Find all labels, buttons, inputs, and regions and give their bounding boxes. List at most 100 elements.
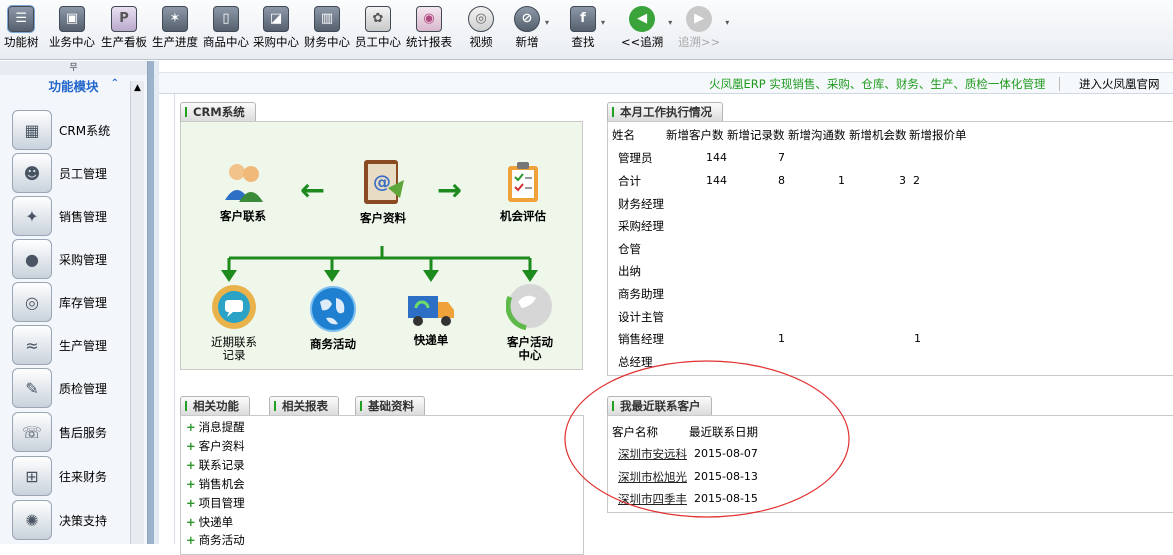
node-business-activity[interactable]: 商务活动 (293, 286, 373, 351)
toolbar-video-button[interactable]: ◎ 视频 (468, 6, 494, 50)
purchase-center-icon: ◪ (263, 6, 289, 32)
toolbar-finance-center-button[interactable]: ▥ 财务中心 (304, 6, 350, 50)
toolbar-production-board-button[interactable]: P 生产看板 (101, 6, 147, 50)
tab-related-functions[interactable]: 相关功能 (180, 396, 250, 415)
header-separator (1059, 77, 1060, 91)
search-dropdown-icon[interactable]: ▾ (601, 18, 605, 27)
toolbar-add-new-button[interactable]: ⊘ 新增 ▾ (514, 6, 549, 50)
node-recent-contacts[interactable]: 近期联系 记录 (194, 284, 274, 362)
column-header: 姓名 (612, 128, 635, 142)
main-toolbar: ☰ 功能树 ▣ 业务中心 P 生产看板 ✶ 生产进度 ▯ 商品中心 ◪ 采购中心 ▥ 财务中心… (0, 0, 1173, 60)
add-new-dropdown-icon[interactable]: ▾ (545, 18, 549, 27)
statistics-report-icon: ◉ (416, 6, 442, 32)
sidebar-item-inventory[interactable]: ◎ 库存管理 (12, 281, 130, 323)
toolbar-employee-center-button[interactable]: ✿ 员工中心 (355, 6, 401, 50)
annotation-ellipse (564, 360, 850, 518)
column-header: 新增报价单 (909, 128, 967, 142)
sidebar-item-sales[interactable]: ✦ 销售管理 (12, 195, 130, 237)
node-customer-contact[interactable]: 客户联系 (203, 160, 283, 223)
sidebar-item-employee[interactable]: ☻ 员工管理 (12, 152, 130, 194)
toolbar-business-center-button[interactable]: ▣ 业务中心 (49, 6, 95, 50)
finance-center-icon: ▥ (314, 6, 340, 32)
list-item[interactable]: + 客户资料 (186, 438, 245, 454)
after-sales-icon: ☏ (12, 412, 52, 452)
sidebar-item-decision[interactable]: ✺ 决策支持 (12, 499, 130, 541)
tab-related-reports[interactable]: 相关报表 (269, 396, 339, 415)
globe-icon (310, 286, 356, 332)
official-site-link[interactable]: 进入火凤凰官网 (1079, 76, 1160, 92)
toolbar-back-button[interactable]: ◀ <<追溯 ▾ (621, 6, 672, 50)
back-dropdown-icon[interactable]: ▾ (668, 18, 672, 27)
cell: 144 (706, 151, 727, 164)
crm-icon: ▦ (12, 110, 52, 150)
sidebar-title: 功能模块 ⌃ (0, 75, 147, 95)
svg-text:@: @ (373, 172, 391, 193)
node-courier[interactable]: 快递单 (391, 290, 471, 347)
plus-icon: + (186, 420, 196, 434)
monthly-work-panel: 姓名 新增客户数 新增记录数 新增沟通数 新增机会数 新增报价单 管理员 144… (607, 121, 1173, 376)
back-arrow-icon: ◀ (629, 6, 656, 32)
sidebar-item-purchase[interactable]: ● 采购管理 (12, 238, 130, 280)
plus-icon: + (186, 458, 196, 472)
search-icon: f (570, 6, 596, 32)
toolbar-search-button[interactable]: f 查找 ▾ (570, 6, 605, 50)
divider (174, 94, 175, 544)
accounts-icon: ⊞ (12, 456, 52, 496)
list-item[interactable]: + 项目管理 (186, 495, 245, 511)
cell: 1 (914, 332, 921, 345)
sidebar-scrollbar[interactable]: ▲ (130, 81, 144, 544)
tab-basic-data[interactable]: 基础资料 (355, 396, 425, 415)
node-customer-activity-center[interactable]: 客户活动 中心 (490, 281, 570, 362)
add-new-icon: ⊘ (514, 6, 540, 32)
flow-connector-lines (221, 246, 538, 282)
production-progress-icon: ✶ (162, 6, 188, 32)
list-item[interactable]: + 联系记录 (186, 457, 245, 473)
node-opportunity-eval[interactable]: 机会评估 (483, 160, 563, 223)
toolbar-forward-button[interactable]: ▶ 追溯>> ▾ (678, 6, 729, 50)
list-item[interactable]: + 商务活动 (186, 532, 245, 548)
tab-monthly-work[interactable]: 本月工作执行情况 (607, 102, 723, 121)
product-center-icon: ▯ (213, 6, 239, 32)
node-customer-profile[interactable]: @ 客户资料 (343, 158, 423, 225)
toolbar-function-tree-button[interactable]: ☰ 功能树 (4, 5, 39, 50)
right-arrow-icon: → (437, 173, 463, 208)
forward-dropdown-icon[interactable]: ▾ (725, 18, 729, 27)
production-board-icon: P (111, 6, 137, 32)
list-item[interactable]: + 消息提醒 (186, 419, 245, 435)
quality-management-icon: ✎ (12, 368, 52, 408)
toolbar-production-progress-button[interactable]: ✶ 生产进度 (152, 6, 198, 50)
sidebar-item-accounts[interactable]: ⊞ 往来财务 (12, 455, 130, 497)
video-icon: ◎ (468, 6, 494, 32)
employee-center-icon: ✿ (365, 6, 391, 32)
header-slogan: 火凤凰ERP 实现销售、采购、仓库、财务、生产、质检一体化管理 (709, 77, 1046, 91)
row-name: 财务经理 (618, 197, 664, 211)
column-header: 新增客户数 (666, 128, 724, 142)
cell: 144 (706, 174, 727, 187)
list-item[interactable]: + 销售机会 (186, 476, 245, 492)
sidebar-item-production[interactable]: ≈ 生产管理 (12, 324, 130, 366)
cell: 2 (913, 174, 920, 187)
collapse-chevron-icon[interactable]: ⌃ (111, 78, 119, 89)
business-center-icon: ▣ (59, 6, 85, 32)
sidebar-item-after-sales[interactable]: ☏ 售后服务 (12, 411, 130, 453)
scroll-up-icon[interactable]: ▲ (131, 81, 144, 95)
toolbar-statistics-report-button[interactable]: ◉ 统计报表 (406, 6, 452, 50)
sales-management-icon: ✦ (12, 196, 52, 236)
related-functions-panel: + 消息提醒 + 客户资料 + 联系记录 + 销售机会 + 项目管理 + 快递单 + 商务活动 (180, 415, 584, 555)
plus-icon: + (186, 515, 196, 529)
cell: 8 (778, 174, 785, 187)
production-management-icon: ≈ (12, 325, 52, 365)
employee-management-icon: ☻ (12, 153, 52, 193)
toolbar-purchase-center-button[interactable]: ◪ 采购中心 (253, 6, 299, 50)
list-item[interactable]: + 快递单 (186, 514, 233, 530)
plus-icon: + (186, 439, 196, 453)
toolbar-product-center-button[interactable]: ▯ 商品中心 (203, 6, 249, 50)
crm-flow-panel: 客户联系 ← @ 客户资料 → 机会评估 近期联系 记录 商务活动 快递单 客户… (180, 121, 583, 370)
tab-crm[interactable]: CRM系统 (180, 102, 256, 121)
header-bar: 火凤凰ERP 实现销售、采购、仓库、财务、生产、质检一体化管理 进入火凤凰官网 (159, 72, 1173, 94)
sidebar-splitter[interactable]: 무 (0, 61, 147, 75)
sidebar-item-quality[interactable]: ✎ 质检管理 (12, 367, 130, 409)
row-name: 采购经理 (618, 219, 664, 233)
sidebar-item-crm[interactable]: ▦ CRM系统 (12, 109, 130, 151)
cell: 1 (838, 174, 845, 187)
